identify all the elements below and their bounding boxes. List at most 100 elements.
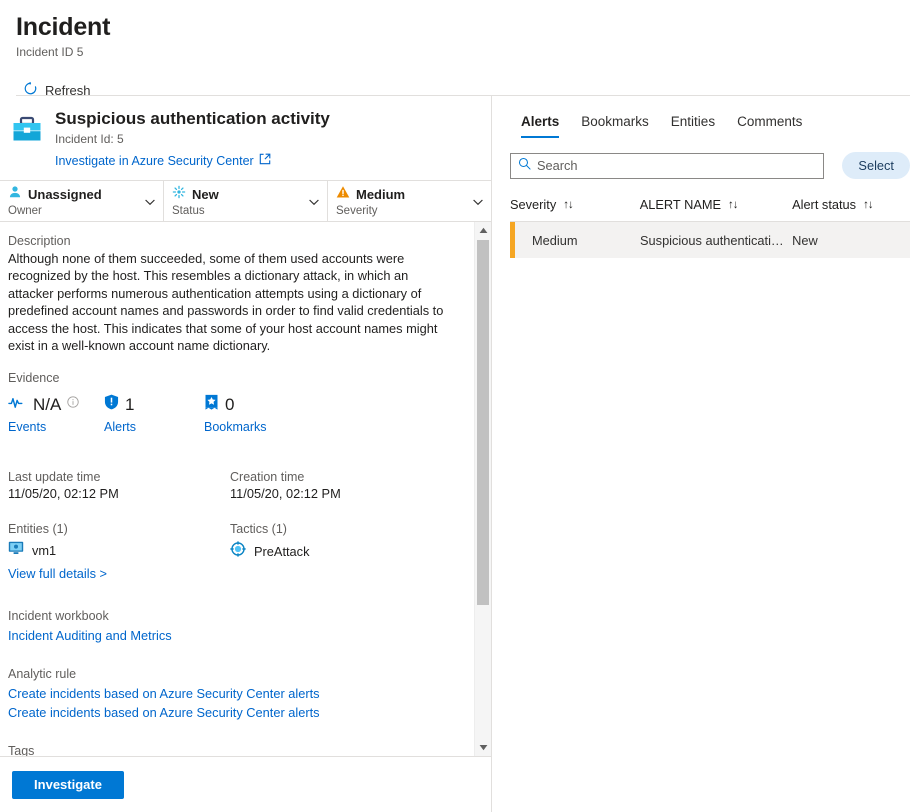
analytic-rule-link-1[interactable]: Create incidents based on Azure Security… — [8, 684, 460, 703]
column-header-alert-name[interactable]: ALERT NAME ↑↓ — [640, 197, 792, 212]
cell-severity: Medium — [532, 232, 578, 248]
incident-summary-card: Suspicious authentication activity Incid… — [0, 96, 491, 181]
scroll-up-arrow-icon[interactable] — [475, 222, 491, 239]
tab-entities[interactable]: Entities — [660, 108, 726, 138]
last-update-block: Last update time 11/05/20, 02:12 PM — [8, 470, 230, 501]
evidence-bookmarks-label[interactable]: Bookmarks — [204, 420, 267, 434]
new-status-icon — [172, 185, 186, 204]
target-icon — [230, 541, 246, 562]
evidence-alerts[interactable]: 1 Alerts — [104, 392, 204, 434]
search-input[interactable] — [537, 158, 817, 173]
details-scrollbar[interactable] — [474, 221, 491, 756]
last-update-label: Last update time — [8, 470, 101, 485]
evidence-row: N/A Events 1 Alerts 0 Bookmarks — [8, 392, 460, 434]
owner-dropdown[interactable]: Unassigned Owner — [0, 180, 164, 221]
chevron-down-icon — [144, 195, 156, 207]
creation-time-block: Creation time 11/05/20, 02:12 PM — [230, 470, 452, 501]
description-text: Although none of them succeeded, some of… — [8, 250, 444, 354]
bookmark-icon — [204, 394, 219, 415]
entity-name: vm1 — [32, 543, 57, 559]
body-split: Suspicious authentication activity Incid… — [0, 96, 910, 812]
external-link-icon — [259, 153, 271, 168]
evidence-bookmarks-count: 0 — [225, 394, 235, 414]
incident-properties-strip: Unassigned Owner New Status Medium Sever… — [0, 180, 491, 222]
status-dropdown[interactable]: New Status — [164, 180, 328, 221]
description-label: Description — [8, 233, 71, 248]
tab-bookmarks[interactable]: Bookmarks — [570, 108, 660, 138]
severity-label: Severity — [336, 204, 378, 217]
evidence-alerts-count: 1 — [125, 394, 135, 414]
search-icon — [518, 157, 531, 175]
incident-details-content: Description Although none of them succee… — [0, 222, 474, 757]
status-value: New — [192, 186, 219, 202]
entities-tactics-row: Entities (1) vm1 View full details > Tac… — [8, 522, 460, 583]
view-full-details-link[interactable]: View full details > — [8, 564, 230, 583]
entity-item[interactable]: vm1 — [8, 541, 230, 560]
creation-time-value: 11/05/20, 02:12 PM — [230, 486, 341, 502]
tab-alerts[interactable]: Alerts — [510, 108, 570, 138]
warning-icon — [336, 185, 350, 204]
incident-details-scroll-region: Description Although none of them succee… — [0, 221, 491, 757]
last-update-value: 11/05/20, 02:12 PM — [8, 486, 119, 502]
search-box[interactable] — [510, 152, 825, 179]
entities-block: Entities (1) vm1 View full details > — [8, 522, 230, 583]
table-row[interactable]: Medium Suspicious authenticatio... New — [510, 222, 910, 258]
timestamps-row: Last update time 11/05/20, 02:12 PM Crea… — [8, 470, 460, 501]
select-action-button[interactable]: Select — [842, 152, 910, 179]
evidence-bookmarks[interactable]: 0 Bookmarks — [204, 392, 267, 434]
tab-list: Alerts Bookmarks Entities Comments — [492, 96, 910, 138]
column-header-alert-status[interactable]: Alert status ↑↓ — [792, 197, 910, 212]
page-header: Incident Incident ID 5 Refresh — [0, 0, 910, 108]
incident-detail-pane: Suspicious authentication activity Incid… — [0, 96, 492, 812]
investigate-in-asc-link[interactable]: Investigate in Azure Security Center — [55, 153, 271, 168]
person-icon — [8, 185, 22, 204]
creation-time-label: Creation time — [230, 470, 305, 485]
briefcase-icon — [10, 112, 44, 146]
status-label: Status — [172, 204, 205, 217]
tags-label: Tags — [8, 744, 35, 756]
tab-comments[interactable]: Comments — [726, 108, 813, 138]
tactic-item[interactable]: PreAttack — [230, 541, 452, 562]
column-header-alert-name-label: ALERT NAME — [639, 197, 722, 212]
tactic-name: PreAttack — [254, 544, 310, 560]
cell-alert-name: Suspicious authenticatio... — [640, 232, 789, 248]
host-icon — [8, 541, 24, 560]
scroll-down-arrow-icon[interactable] — [475, 739, 491, 756]
sort-icon: ↑↓ — [728, 198, 738, 211]
severity-dropdown[interactable]: Medium Severity — [328, 181, 491, 221]
owner-label: Owner — [8, 204, 42, 217]
evidence-alerts-label[interactable]: Alerts — [104, 420, 204, 434]
evidence-events[interactable]: N/A Events — [8, 392, 104, 434]
info-icon[interactable] — [67, 395, 80, 413]
sort-icon: ↑↓ — [863, 198, 873, 211]
tactics-block: Tactics (1) PreAttack — [230, 522, 452, 583]
incident-workbook-link[interactable]: Incident Auditing and Metrics — [8, 626, 460, 645]
analytic-rule-label: Analytic rule — [8, 667, 77, 682]
severity-value: Medium — [356, 186, 406, 202]
severity-indicator-bar — [510, 222, 515, 258]
incident-page: Incident Incident ID 5 Refresh Suspiciou… — [0, 0, 910, 812]
alerts-pane: Alerts Bookmarks Entities Comments Selec… — [492, 96, 910, 812]
incident-meta: Suspicious authentication activity Incid… — [55, 107, 330, 170]
owner-value: Unassigned — [28, 186, 102, 202]
alerts-table: Severity ↑↓ ALERT NAME ↑↓ Alert status ↑… — [492, 197, 910, 258]
cell-alert-status: New — [792, 232, 818, 248]
column-header-severity[interactable]: Severity ↑↓ — [510, 197, 640, 212]
chevron-down-icon — [308, 195, 320, 207]
pulse-icon — [8, 394, 27, 415]
investigate-button[interactable]: Investigate — [12, 770, 124, 799]
evidence-events-label[interactable]: Events — [8, 420, 104, 434]
incident-footer: Investigate — [0, 756, 491, 812]
chevron-down-icon — [472, 195, 484, 207]
search-row: Select — [492, 138, 910, 179]
incident-name: Suspicious authentication activity — [55, 109, 330, 128]
shield-icon — [104, 394, 119, 415]
page-title: Incident — [16, 13, 111, 41]
alerts-table-header: Severity ↑↓ ALERT NAME ↑↓ Alert status ↑… — [510, 197, 910, 222]
incident-workbook-label: Incident workbook — [8, 609, 109, 624]
analytic-rule-link-2[interactable]: Create incidents based on Azure Security… — [8, 703, 460, 722]
entities-label: Entities (1) — [8, 522, 68, 537]
sort-icon: ↑↓ — [563, 198, 573, 211]
column-header-severity-label: Severity — [510, 197, 557, 212]
scrollbar-thumb[interactable] — [477, 239, 489, 605]
